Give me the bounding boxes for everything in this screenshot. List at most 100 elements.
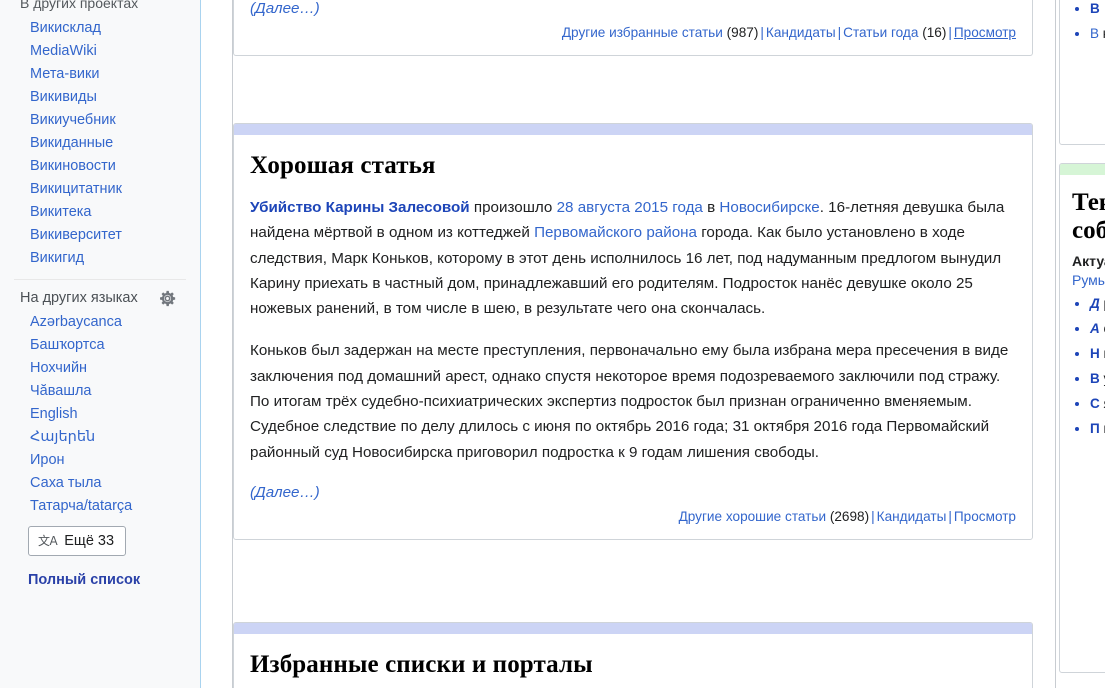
text-run: в (702, 199, 720, 216)
list-item: Հայերեն (0, 426, 200, 449)
right-top-card-body: В В к (1060, 0, 1105, 57)
list-item: Татарча/tatarça (0, 495, 200, 518)
language-link-azerbaycanca[interactable]: Azərbaycanca (0, 311, 200, 334)
footer-separator: | (871, 508, 875, 524)
good-article-card-header-bar (234, 124, 1032, 135)
featured-lists-card-header-bar (234, 623, 1032, 634)
current-events-link-5[interactable]: С (1090, 396, 1100, 411)
list-item: Мета-вики (0, 63, 200, 86)
current-events-link-2[interactable]: А (1090, 321, 1100, 336)
featured-candidates-link[interactable]: Кандидаты (766, 25, 836, 40)
list-item: Викиверситет (0, 224, 200, 247)
current-events-link-6[interactable]: П (1090, 421, 1100, 436)
right-top-link-2[interactable]: В (1090, 26, 1099, 41)
sidebar-link-wikibooks[interactable]: Викиучебник (0, 109, 200, 132)
current-events-link-4[interactable]: В (1090, 371, 1100, 386)
list-item: В у (1090, 367, 1105, 390)
other-featured-articles-link[interactable]: Другие избранные статьи (562, 25, 723, 40)
other-languages-heading-row: На других языках (0, 288, 200, 308)
language-link-iron[interactable]: Ирон (0, 449, 200, 472)
language-link-sakha-tyla[interactable]: Саха тыла (0, 472, 200, 495)
current-events-link-1[interactable]: Д (1090, 296, 1100, 311)
left-sidebar: В других проектах Викисклад MediaWiki Ме… (0, 0, 201, 688)
sidebar-link-wikiquote[interactable]: Викицитатник (0, 178, 200, 201)
featured-article-more-link[interactable]: (Далее…) (250, 0, 320, 20)
featured-lists-card: Избранные списки и порталы (233, 622, 1033, 688)
language-link-chavashla[interactable]: Чӑвашла (0, 380, 200, 403)
link-pervomaysky-district[interactable]: Первомайского района (534, 224, 697, 241)
good-article-card: Хорошая статья Убийство Карины Залесовой… (233, 123, 1033, 540)
right-top-list: В В к (1072, 0, 1105, 45)
good-article-card-body: Хорошая статья Убийство Карины Залесовой… (234, 151, 1032, 539)
list-item: Чӑвашла (0, 380, 200, 403)
other-languages-list: Azərbaycanca Башҡортса Нохчийн Чӑвашла E… (0, 311, 200, 518)
other-good-articles-link[interactable]: Другие хорошие статьи (679, 509, 827, 524)
other-projects-list: Викисклад MediaWiki Мета-вики Викивиды В… (0, 17, 200, 270)
list-item: Саха тыла (0, 472, 200, 495)
link-murder-of-karina-zalesova[interactable]: Убийство Карины Залесовой (250, 199, 470, 216)
sidebar-link-wikinews[interactable]: Викиновости (0, 155, 200, 178)
good-article-more-row: (Далее…) (250, 482, 1016, 504)
language-link-bashqortsa[interactable]: Башҡортса (0, 334, 200, 357)
gear-icon[interactable] (159, 290, 176, 307)
list-item: Викиданные (0, 132, 200, 155)
language-link-hayeren[interactable]: Հայերեն (0, 426, 200, 449)
other-projects-heading: В других проектах (20, 0, 139, 11)
footer-separator: | (760, 25, 764, 41)
sidebar-link-wikidata[interactable]: Викиданные (0, 132, 200, 155)
list-item: Н п (1090, 342, 1105, 365)
list-item: Д р (1090, 292, 1105, 315)
articles-of-year-link[interactable]: Статьи года (843, 25, 918, 40)
right-top-link-1[interactable]: В (1090, 1, 1100, 16)
good-article-paragraph-1: Убийство Карины Залесовой произошло 28 а… (250, 195, 1016, 321)
featured-preview-link[interactable]: Просмотр (954, 25, 1016, 40)
list-item: Нохчийн (0, 357, 200, 380)
good-candidates-link[interactable]: Кандидаты (877, 509, 947, 524)
list-item: Викитека (0, 201, 200, 224)
language-link-nokhchiyn[interactable]: Нохчийн (0, 357, 200, 380)
footer-separator: | (948, 508, 952, 524)
sidebar-divider (14, 279, 186, 280)
sidebar-link-wikisource[interactable]: Викитека (0, 201, 200, 224)
list-item: Викисклад (0, 17, 200, 40)
list-item: Викицитатник (0, 178, 200, 201)
current-events-link-3[interactable]: Н (1090, 346, 1100, 361)
list-item: Ирон (0, 449, 200, 472)
sidebar-link-meta-wiki[interactable]: Мета-вики (0, 63, 200, 86)
list-item: А с (1090, 317, 1105, 340)
featured-lists-heading: Избранные списки и порталы (250, 651, 593, 678)
good-preview-link[interactable]: Просмотр (954, 509, 1016, 524)
current-events-card: Текущие события Актуально Румыния Д р А … (1059, 163, 1105, 673)
sidebar-link-wikivoyage[interactable]: Викигид (0, 247, 200, 270)
other-languages-heading: На других языках (20, 290, 138, 306)
more-languages-label: Ещё 33 (64, 533, 115, 549)
link-novosibirsk[interactable]: Новосибирске (719, 199, 819, 216)
other-projects-section: В других проектах Викисклад MediaWiki Ме… (0, 0, 200, 270)
list-item: В к (1090, 22, 1105, 45)
current-events-lead-link[interactable]: Румыния (1072, 272, 1105, 288)
full-language-list-link[interactable]: Полный список (28, 572, 200, 588)
list-item: Башҡортса (0, 334, 200, 357)
list-item: С я (1090, 392, 1105, 415)
main-content: сосредоточить против него огромные силы … (202, 0, 1105, 688)
sidebar-link-wikiversity[interactable]: Викиверситет (0, 224, 200, 247)
right-top-card: В В к (1059, 0, 1105, 145)
featured-articles-count: (987) (726, 25, 759, 41)
list-item: Azərbaycanca (0, 311, 200, 334)
sidebar-link-wikimedia-commons[interactable]: Викисклад (0, 17, 200, 40)
articles-of-year-count: (16) (922, 25, 947, 41)
language-link-tatarcha[interactable]: Татарча/tatarça (0, 495, 200, 518)
link-28-august-2015[interactable]: 28 августа 2015 года (557, 199, 703, 216)
good-article-heading: Хорошая статья (250, 152, 436, 179)
sidebar-link-wikispecies[interactable]: Викивиды (0, 86, 200, 109)
current-events-card-header-bar (1060, 164, 1105, 175)
sidebar-link-mediawiki[interactable]: MediaWiki (0, 40, 200, 63)
good-article-more-link[interactable]: (Далее…) (250, 482, 320, 504)
language-link-english[interactable]: English (0, 403, 200, 426)
current-events-list: Д р А с Н п В у С я П к (1072, 292, 1105, 440)
list-item: English (0, 403, 200, 426)
more-languages-button[interactable]: 文A Ещё 33 (28, 526, 127, 556)
list-item: Викивиды (0, 86, 200, 109)
list-item: MediaWiki (0, 40, 200, 63)
good-article-footer: Другие хорошие статьи (2698) | Кандидаты | П… (250, 507, 1016, 527)
